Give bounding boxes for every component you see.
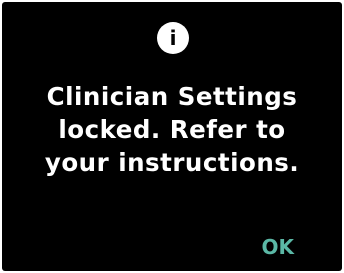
alert-message-line: your instructions. (44, 148, 300, 177)
info-icon: i (157, 22, 189, 54)
alert-screen: i Clinician Settings locked. Refer to yo… (2, 2, 342, 271)
info-icon-glyph: i (169, 26, 177, 50)
ok-button[interactable]: OK (262, 235, 295, 259)
alert-message: Clinician Settings locked. Refer to your… (12, 80, 332, 179)
alert-message-line: Clinician Settings (46, 82, 298, 111)
alert-message-line: locked. Refer to (58, 115, 286, 144)
